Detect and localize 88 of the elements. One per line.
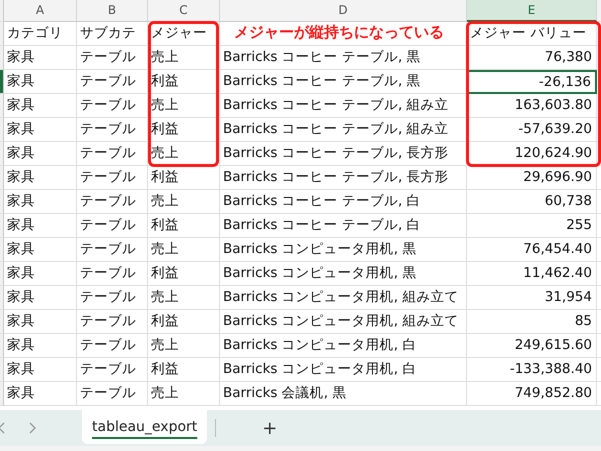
table-cell[interactable]: 76,454.40 — [467, 238, 597, 262]
table-cell[interactable]: 163,603.80 — [467, 94, 597, 118]
table-cell: Barricks コーヒー テーブル, 長方形 — [220, 142, 467, 166]
table-cell[interactable]: 249,615.60 — [467, 334, 597, 358]
table-cell: テーブル — [77, 286, 148, 310]
table-cell: テーブル — [77, 46, 148, 70]
column-header[interactable]: A — [4, 0, 77, 22]
table-cell: Barricks コーヒー テーブル, 黒 — [220, 46, 467, 70]
column-header[interactable]: B — [77, 0, 148, 22]
table-cell[interactable]: -26,136 — [467, 70, 597, 94]
table-cell: 家具 — [4, 214, 77, 238]
table-cell[interactable]: 85 — [467, 310, 597, 334]
table-header-cell: サブカテ — [77, 22, 148, 46]
table-cell: 利益 — [148, 70, 220, 94]
table-cell: 売上 — [148, 334, 220, 358]
table-cell: 売上 — [148, 238, 220, 262]
table-cell[interactable]: -57,639.20 — [467, 118, 597, 142]
table-cell: 家具 — [4, 358, 77, 382]
table-header-cell: カテゴリ — [4, 22, 77, 46]
table-cell: 利益 — [148, 118, 220, 142]
table-cell: 家具 — [4, 310, 77, 334]
table-header-cell: メジャー バリュー — [467, 22, 597, 46]
table-cell: Barricks コンピュータ用机, 黒 — [220, 238, 467, 262]
table-cell: テーブル — [77, 334, 148, 358]
table-cell: 家具 — [4, 70, 77, 94]
column-header[interactable]: E — [467, 0, 597, 22]
table-cell[interactable]: -133,388.40 — [467, 358, 597, 382]
row-header[interactable] — [0, 70, 4, 94]
table-cell: 売上 — [148, 286, 220, 310]
table-cell[interactable]: 29,696.90 — [467, 166, 597, 190]
table-cell[interactable]: 120,624.90 — [467, 142, 597, 166]
table-cell: Barricks 会議机, 黒 — [220, 382, 467, 406]
table-cell: Barricks コンピュータ用机, 白 — [220, 334, 467, 358]
table-cell: 家具 — [4, 166, 77, 190]
table-cell: Barricks コーヒー テーブル, 組み立 — [220, 118, 467, 142]
add-sheet-button[interactable]: + — [256, 418, 284, 438]
table-cell: 家具 — [4, 46, 77, 70]
table-cell: 利益 — [148, 358, 220, 382]
table-header-cell: メジャー — [148, 22, 220, 46]
table-cell[interactable]: 255 — [467, 214, 597, 238]
table-cell: 利益 — [148, 310, 220, 334]
table-cell: テーブル — [77, 310, 148, 334]
table-cell: 家具 — [4, 286, 77, 310]
table-cell: 家具 — [4, 262, 77, 286]
table-cell: Barricks コーヒー テーブル, 長方形 — [220, 166, 467, 190]
table-cell: 家具 — [4, 118, 77, 142]
table-cell: 売上 — [148, 94, 220, 118]
table-cell: 利益 — [148, 166, 220, 190]
table-cell: 家具 — [4, 94, 77, 118]
table-cell: テーブル — [77, 94, 148, 118]
table-cell[interactable]: 76,380 — [467, 46, 597, 70]
chevron-right-icon[interactable] — [28, 422, 36, 434]
table-cell: Barricks コンピュータ用机, 組み立て — [220, 310, 467, 334]
table-cell: 家具 — [4, 334, 77, 358]
table-cell: Barricks コンピュータ用机, 組み立て — [220, 286, 467, 310]
table-cell: Barricks コーヒー テーブル, 白 — [220, 190, 467, 214]
chevron-left-icon[interactable] — [0, 422, 6, 434]
table-cell: テーブル — [77, 118, 148, 142]
table-cell: 売上 — [148, 190, 220, 214]
table-cell[interactable]: 60,738 — [467, 190, 597, 214]
table-cell: 家具 — [4, 142, 77, 166]
table-cell: 家具 — [4, 382, 77, 406]
table-cell[interactable]: 31,954 — [467, 286, 597, 310]
sheet-tab[interactable]: tableau_export — [82, 410, 208, 444]
table-cell: テーブル — [77, 142, 148, 166]
table-cell: テーブル — [77, 382, 148, 406]
table-cell: Barricks コーヒー テーブル, 黒 — [220, 70, 467, 94]
table-cell: 売上 — [148, 142, 220, 166]
table-cell: テーブル — [77, 70, 148, 94]
table-cell: 売上 — [148, 382, 220, 406]
table-cell: Barricks コンピュータ用机, 黒 — [220, 262, 467, 286]
table-cell: テーブル — [77, 238, 148, 262]
table-cell: 利益 — [148, 214, 220, 238]
table-cell: 家具 — [4, 190, 77, 214]
table-cell: テーブル — [77, 190, 148, 214]
table-cell: テーブル — [77, 358, 148, 382]
table-cell: 売上 — [148, 46, 220, 70]
table-cell: Barricks コンピュータ用机, 白 — [220, 358, 467, 382]
table-cell: テーブル — [77, 214, 148, 238]
table-cell: Barricks コーヒー テーブル, 組み立 — [220, 94, 467, 118]
column-header[interactable]: C — [148, 0, 220, 22]
table-cell: 利益 — [148, 262, 220, 286]
table-cell[interactable]: 11,462.40 — [467, 262, 597, 286]
table-cell: テーブル — [77, 262, 148, 286]
table-cell[interactable]: 749,852.80 — [467, 382, 597, 406]
table-cell: Barricks コーヒー テーブル, 白 — [220, 214, 467, 238]
table-cell: 家具 — [4, 238, 77, 262]
table-cell: テーブル — [77, 166, 148, 190]
